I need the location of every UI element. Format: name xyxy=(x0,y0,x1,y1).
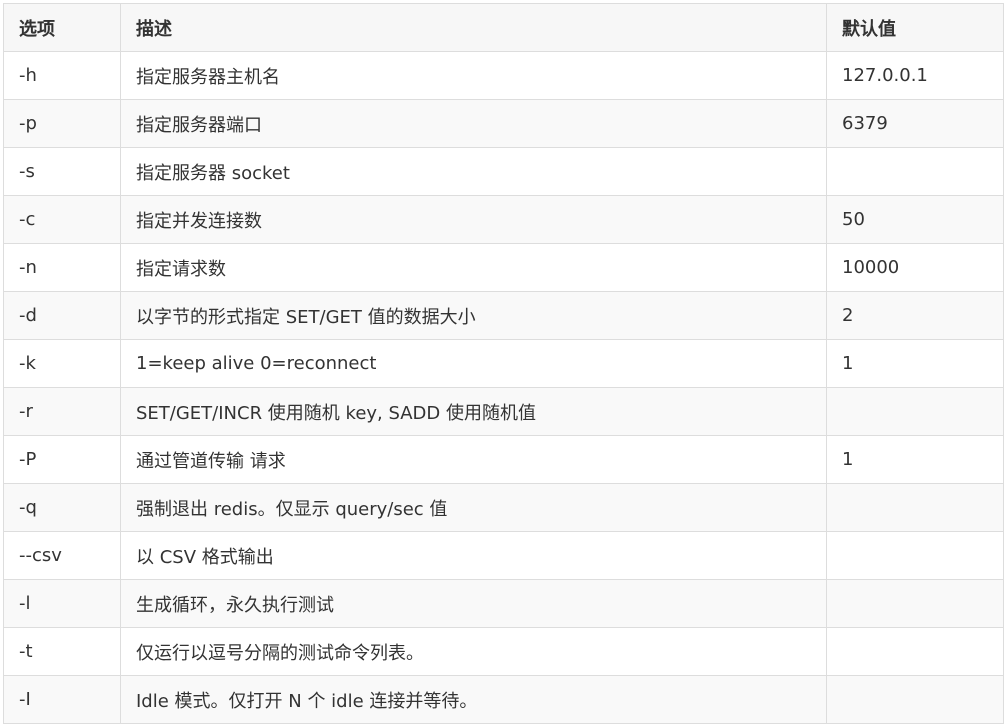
description-cell: 强制退出 redis。仅显示 query/sec 值 xyxy=(120,483,827,532)
description-cell: 指定并发连接数 xyxy=(120,195,827,244)
description-cell: 仅运行以逗号分隔的测试命令列表。 xyxy=(120,627,827,676)
option-cell: -t xyxy=(3,627,121,676)
description-cell: 通过管道传输 请求 xyxy=(120,435,827,484)
header-description: 描述 xyxy=(120,3,827,52)
default-cell xyxy=(826,387,1004,436)
option-cell: -P xyxy=(3,435,121,484)
table-row: -h 指定服务器主机名 127.0.0.1 xyxy=(3,51,1004,100)
description-cell: 以 CSV 格式输出 xyxy=(120,531,827,580)
table-body: -h 指定服务器主机名 127.0.0.1 -p 指定服务器端口 6379 -s… xyxy=(3,51,1004,724)
table-row: -k 1=keep alive 0=reconnect 1 xyxy=(3,339,1004,388)
table-row: -t 仅运行以逗号分隔的测试命令列表。 xyxy=(3,627,1004,676)
option-cell: -l xyxy=(3,579,121,628)
options-table: 选项 描述 默认值 -h 指定服务器主机名 127.0.0.1 -p 指定服务器… xyxy=(3,3,1004,724)
table-row: --csv 以 CSV 格式输出 xyxy=(3,531,1004,580)
table-row: -d 以字节的形式指定 SET/GET 值的数据大小 2 xyxy=(3,291,1004,340)
table-row: -s 指定服务器 socket xyxy=(3,147,1004,196)
option-cell: -q xyxy=(3,483,121,532)
option-cell: -p xyxy=(3,99,121,148)
default-cell xyxy=(826,627,1004,676)
description-cell: Idle 模式。仅打开 N 个 idle 连接并等待。 xyxy=(120,675,827,724)
description-cell: 指定服务器端口 xyxy=(120,99,827,148)
table-row: -n 指定请求数 10000 xyxy=(3,243,1004,292)
option-cell: --csv xyxy=(3,531,121,580)
description-cell: 生成循环，永久执行测试 xyxy=(120,579,827,628)
description-cell: 指定服务器 socket xyxy=(120,147,827,196)
option-cell: -I xyxy=(3,675,121,724)
header-row: 选项 描述 默认值 xyxy=(3,3,1004,52)
default-cell xyxy=(826,147,1004,196)
default-cell: 50 xyxy=(826,195,1004,244)
table-row: -I Idle 模式。仅打开 N 个 idle 连接并等待。 xyxy=(3,675,1004,724)
default-cell: 6379 xyxy=(826,99,1004,148)
description-cell: 指定请求数 xyxy=(120,243,827,292)
table-header: 选项 描述 默认值 xyxy=(3,3,1004,52)
option-cell: -h xyxy=(3,51,121,100)
default-cell: 2 xyxy=(826,291,1004,340)
option-cell: -c xyxy=(3,195,121,244)
default-cell: 1 xyxy=(826,339,1004,388)
table-row: -c 指定并发连接数 50 xyxy=(3,195,1004,244)
option-cell: -d xyxy=(3,291,121,340)
description-cell: 以字节的形式指定 SET/GET 值的数据大小 xyxy=(120,291,827,340)
default-cell: 10000 xyxy=(826,243,1004,292)
default-cell xyxy=(826,531,1004,580)
option-cell: -s xyxy=(3,147,121,196)
table-row: -P 通过管道传输 请求 1 xyxy=(3,435,1004,484)
description-cell: SET/GET/INCR 使用随机 key, SADD 使用随机值 xyxy=(120,387,827,436)
default-cell xyxy=(826,675,1004,724)
option-cell: -k xyxy=(3,339,121,388)
table-row: -p 指定服务器端口 6379 xyxy=(3,99,1004,148)
option-cell: -r xyxy=(3,387,121,436)
option-cell: -n xyxy=(3,243,121,292)
description-cell: 指定服务器主机名 xyxy=(120,51,827,100)
table-row: -q 强制退出 redis。仅显示 query/sec 值 xyxy=(3,483,1004,532)
default-cell xyxy=(826,579,1004,628)
description-cell: 1=keep alive 0=reconnect xyxy=(120,339,827,388)
default-cell: 1 xyxy=(826,435,1004,484)
header-default: 默认值 xyxy=(826,3,1004,52)
header-option: 选项 xyxy=(3,3,121,52)
table-row: -r SET/GET/INCR 使用随机 key, SADD 使用随机值 xyxy=(3,387,1004,436)
table-row: -l 生成循环，永久执行测试 xyxy=(3,579,1004,628)
default-cell xyxy=(826,483,1004,532)
default-cell: 127.0.0.1 xyxy=(826,51,1004,100)
